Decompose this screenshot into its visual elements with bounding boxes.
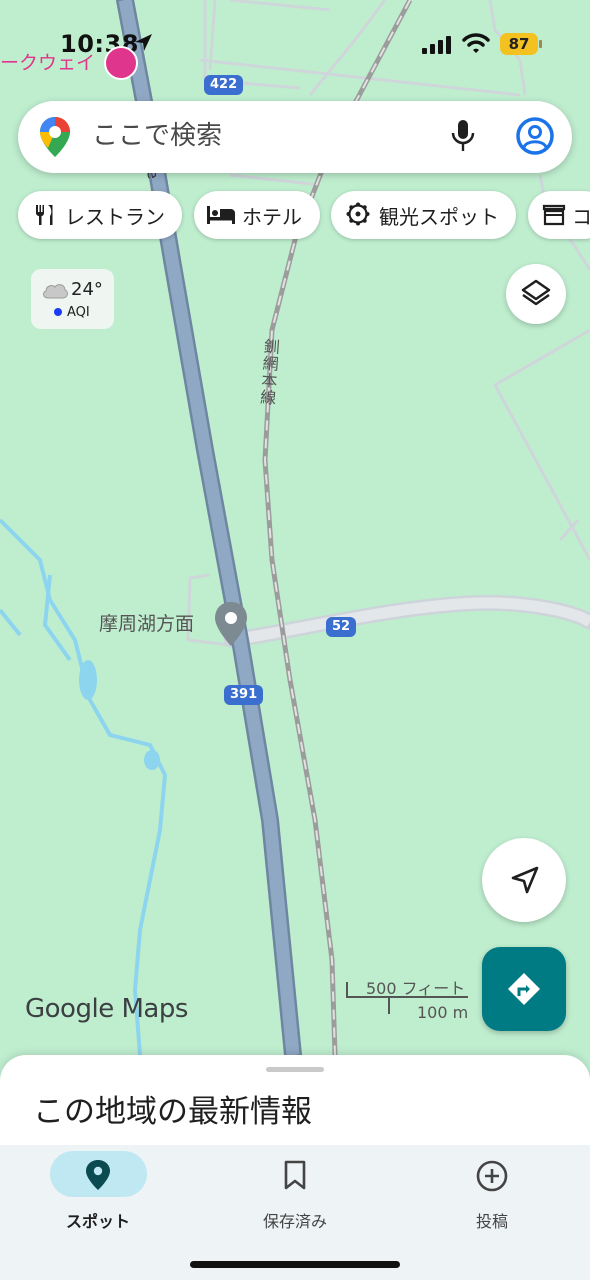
google-maps-pin-icon xyxy=(40,117,70,157)
route-shield-52: 52 xyxy=(326,617,357,637)
battery-tip xyxy=(539,40,542,48)
chip-label: 観光スポット xyxy=(379,204,499,229)
signal-icon xyxy=(422,36,451,54)
search-input[interactable]: ここで検索 xyxy=(92,118,222,154)
bed-icon xyxy=(207,206,235,224)
battery-indicator: 87 xyxy=(500,33,538,55)
chip-restaurant[interactable]: レストラン xyxy=(18,191,182,239)
chip-sightseeing[interactable]: 観光スポット xyxy=(331,191,516,239)
navigation-arrow-icon xyxy=(135,34,152,51)
poi-marker-top[interactable] xyxy=(104,46,138,80)
place-pin-icon[interactable] xyxy=(212,600,250,648)
directions-icon xyxy=(508,973,540,1005)
nav-item-saved[interactable]: 保存済み xyxy=(235,1208,355,1232)
home-indicator[interactable] xyxy=(190,1261,400,1268)
poi-label-top: ークウェイ xyxy=(0,52,96,74)
location-arrow-icon xyxy=(511,866,539,894)
route-shield-422: 422 xyxy=(204,75,244,95)
fork-knife-icon xyxy=(36,205,53,225)
sheet-drag-handle[interactable] xyxy=(266,1067,324,1072)
place-label[interactable]: 摩周湖方面 xyxy=(99,609,194,636)
scale-meters: 100 m xyxy=(417,1003,469,1022)
bookmark-icon[interactable] xyxy=(282,1160,308,1190)
railway-label: 釧網本線 xyxy=(256,337,281,407)
chip-label: レストラン xyxy=(65,204,165,229)
aqi-dot xyxy=(54,308,62,316)
add-circle-icon[interactable] xyxy=(475,1159,509,1193)
aqi-label: AQI xyxy=(67,305,90,320)
directions-button[interactable] xyxy=(482,947,566,1031)
explore-pin-icon[interactable] xyxy=(84,1158,112,1192)
chip-label: ホテル xyxy=(242,204,302,229)
layers-button[interactable] xyxy=(506,264,566,324)
chip-convenience[interactable]: コ xyxy=(528,191,590,239)
route-shield-391: 391 xyxy=(224,685,264,705)
layers-icon xyxy=(521,279,551,306)
chip-hotel[interactable]: ホテル xyxy=(194,191,320,239)
ferris-wheel-icon xyxy=(346,202,370,226)
microphone-icon[interactable] xyxy=(450,119,476,153)
nav-item-contribute[interactable]: 投稿 xyxy=(432,1208,552,1232)
pond xyxy=(79,660,97,700)
sheet-title: この地域の最新情報 xyxy=(33,1094,312,1130)
store-icon xyxy=(542,204,566,226)
wifi-icon xyxy=(462,33,490,53)
nav-item-explore[interactable]: スポット xyxy=(38,1208,158,1232)
my-location-button[interactable] xyxy=(482,838,566,922)
weather-temperature: 24° xyxy=(71,279,103,300)
cloud-icon xyxy=(43,284,68,299)
google-maps-logo: Google Maps xyxy=(25,994,188,1024)
account-icon[interactable] xyxy=(515,116,555,156)
chip-label: コ xyxy=(572,204,590,229)
